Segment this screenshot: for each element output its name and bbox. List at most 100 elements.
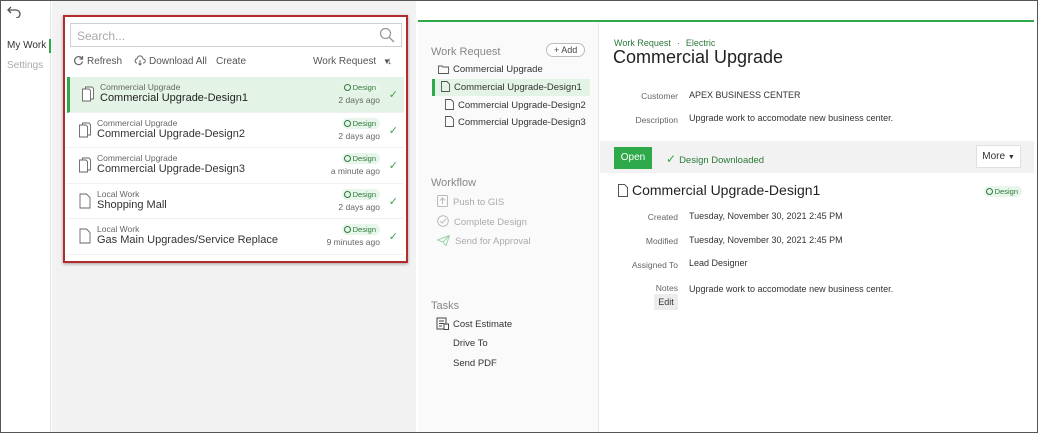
modified-label: Modified	[645, 236, 678, 246]
refresh-button[interactable]: Refresh	[73, 55, 122, 69]
sort-direction-icon[interactable]: ↓	[387, 55, 392, 69]
checkmark-icon: ✓	[666, 152, 677, 166]
item-category: Commercial Upgrade	[100, 82, 181, 92]
search-input[interactable]: Search...	[70, 23, 402, 47]
design-title-text: Commercial Upgrade-Design1	[632, 182, 821, 198]
assigned-to-label: Assigned To	[631, 260, 678, 270]
item-timestamp: 2 days ago	[338, 95, 380, 105]
design-status-badge: Design	[983, 186, 1022, 197]
design-downloaded-status: ✓ Design Downloaded	[666, 152, 764, 166]
item-title: Gas Main Upgrades/Service Replace	[97, 234, 278, 246]
status-badge: Design	[341, 188, 380, 200]
cost-estimate-label: Cost Estimate	[453, 319, 513, 330]
assigned-to-value: Lead Designer	[689, 258, 748, 268]
list-item[interactable]: Local Work Shopping Mall Design 2 days ago ✓	[67, 184, 404, 219]
design-downloaded-label: Design Downloaded	[679, 155, 765, 166]
clipboard-icon	[436, 317, 449, 330]
more-label: More	[982, 151, 1006, 162]
status-badge: Design	[341, 82, 380, 93]
notes-label: Notes	[655, 283, 678, 293]
checkmark-icon: ✓	[388, 195, 398, 208]
undo-arrow-icon[interactable]	[5, 5, 23, 21]
documents-icon	[82, 86, 94, 102]
add-button[interactable]: + Add	[546, 43, 586, 57]
tree-parent[interactable]: Commercial Upgrade	[438, 64, 543, 76]
more-button[interactable]: More ▼	[976, 145, 1021, 168]
create-button[interactable]: Create	[216, 55, 246, 69]
customer-label: Customer	[641, 91, 678, 101]
document-icon	[445, 116, 454, 127]
sort-label: Work Request	[313, 56, 377, 67]
list-item[interactable]: Local Work Gas Main Upgrades/Service Repl…	[67, 219, 404, 255]
cost-estimate-button[interactable]: Cost Estimate	[436, 317, 512, 330]
description-label: Description	[635, 115, 678, 125]
upload-icon	[437, 195, 448, 207]
send-pdf-button[interactable]: Send PDF	[453, 358, 497, 369]
checkmark-icon: ✓	[388, 231, 398, 243]
rail-item-settings[interactable]: Settings	[1, 59, 51, 73]
refresh-icon	[74, 56, 84, 66]
document-icon	[79, 193, 91, 208]
tree-item-label: Commercial Upgrade-Design1	[454, 82, 582, 93]
status-badge: Design	[341, 224, 380, 235]
list-toolbar: Refresh Download All Create Work Request…	[73, 55, 403, 69]
document-icon	[79, 228, 91, 244]
work-request-heading: Work Request	[431, 46, 501, 58]
item-timestamp: 9 minutes ago	[326, 237, 380, 247]
clock-icon	[343, 190, 351, 198]
document-icon	[445, 99, 454, 110]
check-circle-icon	[437, 215, 449, 227]
detail-pane: Work Request + Add Commercial Upgrade Co…	[418, 22, 1034, 432]
checkmark-icon: ✓	[388, 89, 398, 101]
left-rail: My Work Settings	[1, 1, 51, 432]
item-category: Commercial Upgrade	[97, 117, 178, 128]
item-category: Local Work	[97, 224, 140, 234]
item-category: Local Work	[97, 188, 140, 199]
documents-icon	[79, 122, 91, 137]
send-for-approval-button[interactable]: Send for Approval	[436, 234, 531, 247]
sort-dropdown[interactable]: Work Request ▼	[313, 55, 391, 69]
status-badge: Design	[341, 153, 380, 164]
item-timestamp: 2 days ago	[338, 130, 380, 141]
clock-icon	[343, 155, 351, 162]
item-timestamp: a minute ago	[330, 166, 380, 176]
refresh-label: Refresh	[87, 56, 123, 67]
design-status-text: Design	[994, 187, 1018, 196]
clock-icon	[343, 84, 351, 91]
complete-design-label: Complete Design	[454, 217, 527, 228]
chevron-down-icon: ▼	[1007, 154, 1015, 161]
push-to-gis-button[interactable]: Push to GIS	[437, 195, 504, 208]
documents-icon	[79, 157, 91, 173]
clock-icon	[343, 119, 351, 127]
action-bar: Open ✓ Design Downloaded More ▼	[600, 141, 1034, 173]
item-title: Shopping Mall	[97, 198, 167, 211]
description-value: Upgrade work to accomodate new business …	[689, 113, 894, 123]
tree-item-design2[interactable]: Commercial Upgrade-Design2	[445, 99, 586, 112]
tree-item-label: Commercial Upgrade-Design3	[458, 117, 586, 128]
drive-to-button[interactable]: Drive To	[453, 338, 488, 349]
download-all-button[interactable]: Download All	[134, 55, 207, 69]
status-badge-text: Design	[352, 225, 376, 234]
search-placeholder: Search...	[77, 29, 126, 43]
status-badge-text: Design	[352, 83, 376, 92]
rail-item-my-work[interactable]: My Work	[1, 39, 51, 53]
item-title: Commercial Upgrade-Design3	[97, 163, 245, 175]
item-category: Commercial Upgrade	[97, 153, 178, 163]
item-timestamp: 2 days ago	[338, 201, 380, 212]
status-badge-text: Design	[352, 189, 376, 199]
page-title: Commercial Upgrade	[613, 47, 784, 67]
list-item[interactable]: Commercial Upgrade Commercial Upgrade-Des…	[67, 77, 404, 113]
list-item[interactable]: Commercial Upgrade Commercial Upgrade-Des…	[67, 148, 404, 184]
clock-icon	[985, 188, 993, 195]
tree-item-design1[interactable]: Commercial Upgrade-Design1	[432, 79, 590, 96]
list-item[interactable]: Commercial Upgrade Commercial Upgrade-Des…	[67, 113, 404, 148]
complete-design-button[interactable]: Complete Design	[437, 215, 527, 228]
tree-item-design3[interactable]: Commercial Upgrade-Design3	[445, 116, 586, 129]
edit-notes-button[interactable]: Edit	[654, 294, 678, 310]
open-button[interactable]: Open	[614, 147, 652, 169]
modified-value: Tuesday, November 30, 2021 2:45 PM	[689, 235, 843, 245]
checkmark-icon: ✓	[388, 160, 398, 172]
status-badge-text: Design	[352, 118, 376, 128]
search-icon[interactable]	[379, 27, 395, 43]
document-icon	[618, 184, 628, 197]
